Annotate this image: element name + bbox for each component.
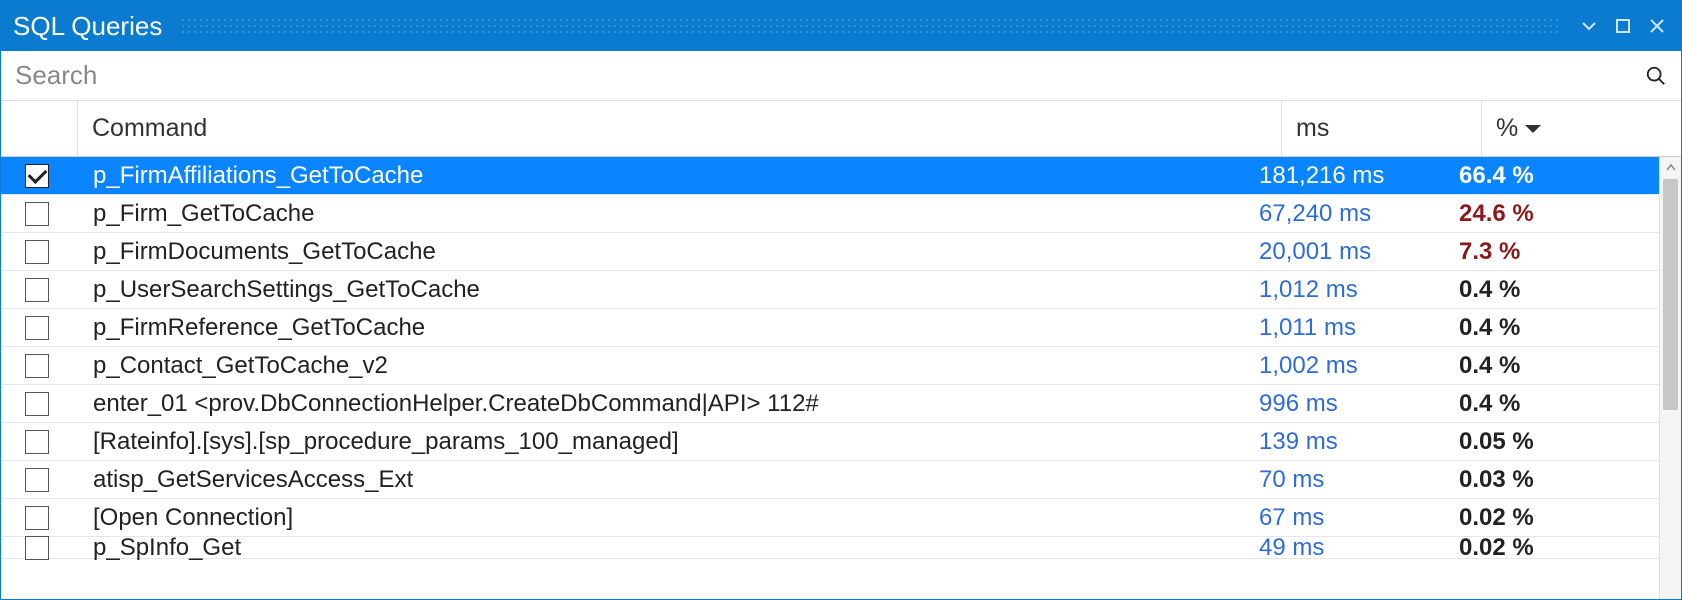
command-text: p_Firm_GetToCache bbox=[93, 200, 314, 227]
table-row[interactable]: atisp_GetServicesAccess_Ext 70 ms 0.03 % bbox=[1, 461, 1659, 499]
command-text: p_FirmAffiliations_GetToCache bbox=[93, 162, 423, 189]
header-command[interactable]: Command bbox=[77, 101, 1281, 156]
pct-text: 0.02 % bbox=[1459, 534, 1534, 561]
command-text: p_FirmReference_GetToCache bbox=[93, 314, 425, 341]
pct-text: 0.4 % bbox=[1459, 276, 1520, 303]
row-checkbox[interactable] bbox=[25, 506, 49, 530]
row-checkbox[interactable] bbox=[25, 430, 49, 454]
ms-text: 20,001 ms bbox=[1259, 238, 1371, 265]
pct-text: 0.05 % bbox=[1459, 428, 1534, 455]
command-text: p_SpInfo_Get bbox=[93, 534, 241, 561]
search-bar bbox=[1, 51, 1681, 101]
command-text: atisp_GetServicesAccess_Ext bbox=[93, 466, 413, 493]
ms-text: 181,216 ms bbox=[1259, 162, 1384, 189]
table-header: Command ms % bbox=[1, 101, 1681, 157]
table-row[interactable]: p_SpInfo_Get 49 ms 0.02 % bbox=[1, 537, 1659, 559]
ms-text: 996 ms bbox=[1259, 390, 1338, 417]
row-checkbox[interactable] bbox=[25, 354, 49, 378]
table-row[interactable]: p_FirmDocuments_GetToCache 20,001 ms 7.3 % bbox=[1, 233, 1659, 271]
row-checkbox[interactable] bbox=[25, 240, 49, 264]
search-input[interactable] bbox=[1, 51, 1631, 100]
table-row[interactable]: p_Firm_GetToCache 67,240 ms 24.6 % bbox=[1, 195, 1659, 233]
table-body-wrap: p_FirmAffiliations_GetToCache 181,216 ms 6… bbox=[1, 157, 1681, 599]
ms-text: 67,240 ms bbox=[1259, 200, 1371, 227]
search-icon[interactable] bbox=[1631, 51, 1681, 100]
command-text: p_Contact_GetToCache_v2 bbox=[93, 352, 388, 379]
table-row[interactable]: enter_01 <prov.DbConnectionHelper.Create… bbox=[1, 385, 1659, 423]
table-row[interactable]: p_FirmAffiliations_GetToCache 181,216 ms 6… bbox=[1, 157, 1659, 195]
row-checkbox[interactable] bbox=[25, 468, 49, 492]
table-row[interactable]: [Open Connection] 67 ms 0.02 % bbox=[1, 499, 1659, 537]
close-icon[interactable] bbox=[1645, 14, 1669, 38]
command-text: p_UserSearchSettings_GetToCache bbox=[93, 276, 480, 303]
pct-text: 0.4 % bbox=[1459, 352, 1520, 379]
ms-text: 1,012 ms bbox=[1259, 276, 1358, 303]
ms-text: 70 ms bbox=[1259, 466, 1324, 493]
maximize-icon[interactable] bbox=[1611, 14, 1635, 38]
panel-title: SQL Queries bbox=[13, 11, 162, 42]
titlebar-grip[interactable] bbox=[180, 17, 1559, 35]
scroll-track[interactable] bbox=[1660, 179, 1681, 599]
ms-text: 1,011 ms bbox=[1259, 314, 1356, 341]
command-text: p_FirmDocuments_GetToCache bbox=[93, 238, 436, 265]
row-checkbox[interactable] bbox=[25, 316, 49, 340]
pct-text: 0.03 % bbox=[1459, 466, 1534, 493]
pct-text: 66.4 % bbox=[1459, 162, 1534, 189]
row-checkbox[interactable] bbox=[25, 164, 49, 188]
scroll-thumb[interactable] bbox=[1663, 179, 1678, 410]
table-row[interactable]: p_FirmReference_GetToCache 1,011 ms 0.4 % bbox=[1, 309, 1659, 347]
command-text: enter_01 <prov.DbConnectionHelper.Create… bbox=[93, 390, 819, 417]
ms-text: 67 ms bbox=[1259, 504, 1324, 531]
row-checkbox[interactable] bbox=[25, 278, 49, 302]
row-checkbox[interactable] bbox=[25, 536, 49, 560]
ms-text: 139 ms bbox=[1259, 428, 1338, 455]
header-percent[interactable]: % bbox=[1481, 101, 1681, 156]
scroll-up-icon[interactable] bbox=[1665, 157, 1677, 179]
table-row[interactable]: [Rateinfo].[sys].[sp_procedure_params_10… bbox=[1, 423, 1659, 461]
pct-text: 0.4 % bbox=[1459, 390, 1520, 417]
command-text: [Rateinfo].[sys].[sp_procedure_params_10… bbox=[93, 428, 679, 455]
table-row[interactable]: p_Contact_GetToCache_v2 1,002 ms 0.4 % bbox=[1, 347, 1659, 385]
dropdown-icon[interactable] bbox=[1577, 14, 1601, 38]
table-body: p_FirmAffiliations_GetToCache 181,216 ms 6… bbox=[1, 157, 1659, 599]
titlebar[interactable]: SQL Queries bbox=[1, 1, 1681, 51]
table-row[interactable]: p_UserSearchSettings_GetToCache 1,012 ms 0… bbox=[1, 271, 1659, 309]
sort-desc-icon bbox=[1524, 123, 1542, 135]
pct-text: 24.6 % bbox=[1459, 200, 1534, 227]
pct-text: 0.4 % bbox=[1459, 314, 1520, 341]
sql-queries-panel: SQL Queries Command ms % p_FirmAffiliati… bbox=[0, 0, 1682, 600]
command-text: [Open Connection] bbox=[93, 504, 293, 531]
ms-text: 1,002 ms bbox=[1259, 352, 1358, 379]
pct-text: 7.3 % bbox=[1459, 238, 1520, 265]
header-ms[interactable]: ms bbox=[1281, 101, 1481, 156]
ms-text: 49 ms bbox=[1259, 534, 1324, 561]
pct-text: 0.02 % bbox=[1459, 504, 1534, 531]
scrollbar[interactable] bbox=[1659, 157, 1681, 599]
row-checkbox[interactable] bbox=[25, 392, 49, 416]
row-checkbox[interactable] bbox=[25, 202, 49, 226]
